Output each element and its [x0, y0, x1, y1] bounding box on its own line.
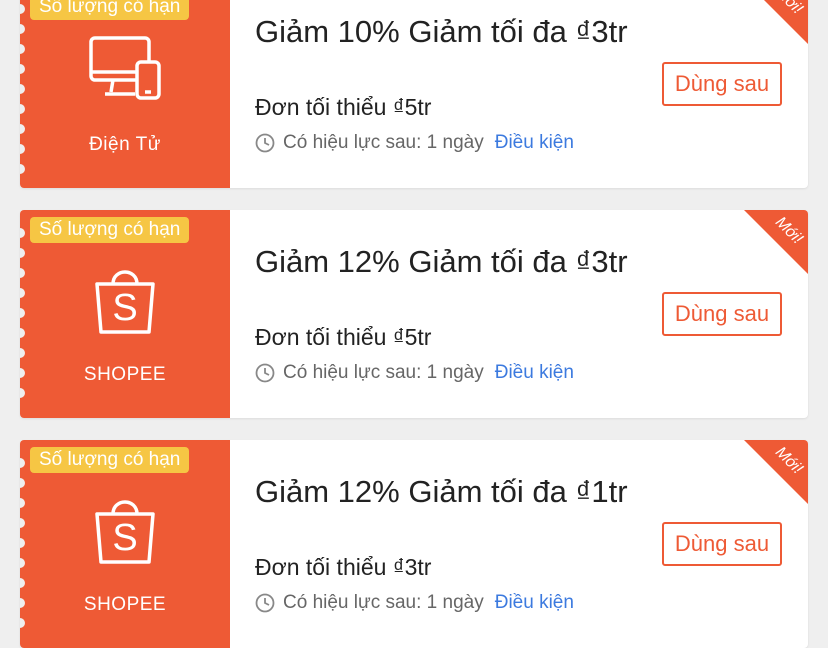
- stub-notch: [20, 24, 25, 34]
- voucher-min-order: Đơn tối thiểu ₫5tr: [255, 94, 432, 120]
- terms-link[interactable]: Điều kiện: [495, 362, 574, 384]
- voucher-validity: Có hiệu lực sau: 1 ngày Điều kiện: [255, 132, 574, 154]
- stub-notch: [20, 248, 25, 258]
- voucher-title: Giảm 12% Giảm tối đa ₫3tr: [255, 244, 628, 279]
- new-corner-badge: Mới!: [744, 0, 808, 44]
- stub-notch: [20, 268, 25, 278]
- stub-notch: [20, 618, 25, 628]
- clock-icon: [255, 133, 275, 153]
- stub-notch: [20, 538, 25, 548]
- validity-text: Có hiệu lực sau: 1 ngày: [283, 362, 484, 383]
- voucher-validity: Có hiệu lực sau: 1 ngày Điều kiện: [255, 592, 574, 614]
- new-corner-badge: Mới!: [744, 210, 808, 274]
- stub-notch: [20, 308, 25, 318]
- voucher-card[interactable]: S SHOPEE Số lượng có hạn Mới! Giảm 12% G…: [20, 210, 808, 418]
- terms-link[interactable]: Điều kiện: [495, 132, 574, 154]
- limited-quantity-badge: Số lượng có hạn: [30, 0, 190, 20]
- stub-notch: [20, 64, 25, 74]
- clock-icon: [255, 363, 275, 383]
- svg-text:S: S: [112, 517, 137, 559]
- validity-text: Có hiệu lực sau: 1 ngày: [283, 132, 484, 153]
- use-later-button[interactable]: Dùng sau: [662, 292, 782, 336]
- stub-notch: [20, 84, 25, 94]
- stub-notch: [20, 44, 25, 54]
- voucher-title: Giảm 10% Giảm tối đa ₫3tr: [255, 14, 628, 49]
- stub-notch: [20, 104, 25, 114]
- limited-quantity-badge: Số lượng có hạn: [30, 447, 190, 473]
- stub-notch: [20, 478, 25, 488]
- stub-notch: [20, 518, 25, 528]
- stub-notch: [20, 498, 25, 508]
- validity-text: Có hiệu lực sau: 1 ngày: [283, 592, 484, 613]
- stub-notch: [20, 164, 25, 174]
- voucher-validity: Có hiệu lực sau: 1 ngày Điều kiện: [255, 362, 574, 384]
- stub-notch: [20, 348, 25, 358]
- voucher-category: Điện Tử: [89, 134, 161, 155]
- stub-notch: [20, 124, 25, 134]
- limited-quantity-badge: Số lượng có hạn: [30, 217, 190, 243]
- voucher-category: SHOPEE: [83, 594, 167, 615]
- voucher-card[interactable]: Điện Tử Số lượng có hạn Mới! Giảm 10% Gi…: [20, 0, 808, 188]
- voucher-stub: Điện Tử: [20, 0, 230, 188]
- stub-notch: [20, 328, 25, 338]
- shopee-bag-icon: S: [95, 270, 155, 334]
- voucher-title: Giảm 12% Giảm tối đa ₫1tr: [255, 474, 628, 509]
- voucher-min-order: Đơn tối thiểu ₫5tr: [255, 324, 432, 350]
- use-later-button[interactable]: Dùng sau: [662, 522, 782, 566]
- stub-notch: [20, 578, 25, 588]
- stub-notch: [20, 558, 25, 568]
- stub-notch: [20, 388, 25, 398]
- new-corner-badge: Mới!: [744, 440, 808, 504]
- use-later-button[interactable]: Dùng sau: [662, 62, 782, 106]
- shopee-bag-icon: S: [95, 500, 155, 564]
- stub-notch: [20, 458, 25, 468]
- voucher-category: SHOPEE: [83, 364, 167, 385]
- svg-text:S: S: [112, 287, 137, 329]
- voucher-card[interactable]: S SHOPEE Số lượng có hạn Mới! Giảm 12% G…: [20, 440, 808, 648]
- stub-notch: [20, 228, 25, 238]
- electronics-icon: [89, 36, 161, 100]
- stub-notch: [20, 288, 25, 298]
- voucher-min-order: Đơn tối thiểu ₫3tr: [255, 554, 432, 580]
- stub-notch: [20, 4, 25, 14]
- terms-link[interactable]: Điều kiện: [495, 592, 574, 614]
- clock-icon: [255, 593, 275, 613]
